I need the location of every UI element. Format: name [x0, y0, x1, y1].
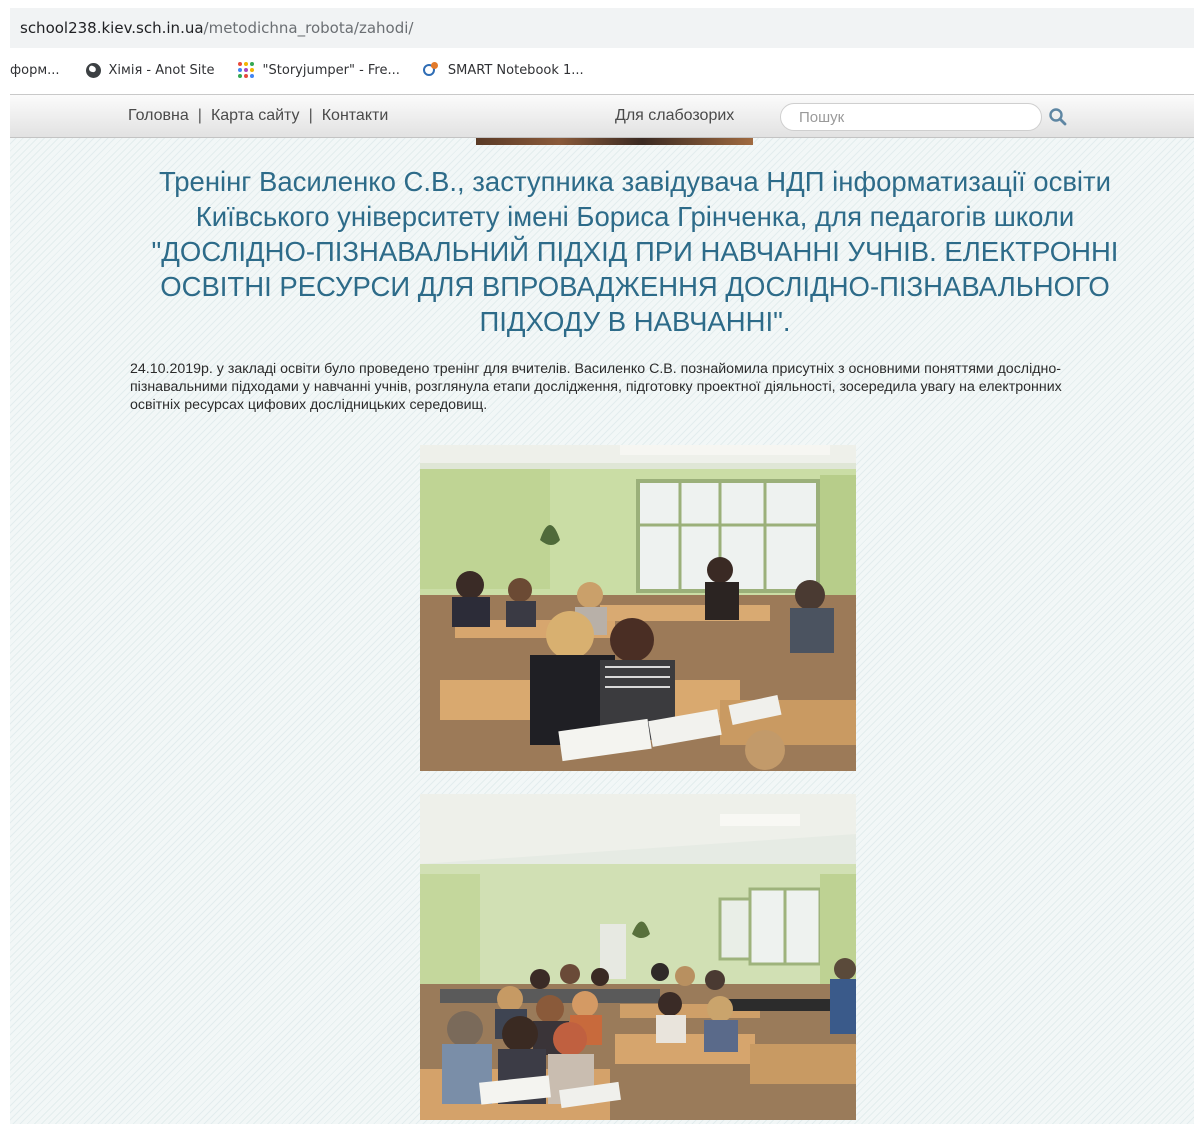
smart-notebook-icon	[422, 62, 440, 78]
training-photo-1[interactable]	[420, 445, 856, 771]
nav-home-link[interactable]: Головна	[128, 107, 189, 125]
page-content: Головна | Карта сайту | Контакти Для сла…	[10, 94, 1194, 1124]
bookmark-label: SMART Notebook 1...	[447, 62, 584, 78]
url-domain: school238.kiev.sch.in.ua	[20, 19, 204, 37]
article-title: Тренінг Василенко С.В., заступника завід…	[151, 166, 1119, 337]
dots-grid-icon	[237, 61, 255, 79]
training-photo-2[interactable]	[420, 794, 856, 1120]
low-vision-link[interactable]: Для слабозорих	[615, 107, 734, 125]
search-input[interactable]	[780, 103, 1042, 131]
bookmark-form[interactable]: форм...	[10, 63, 60, 78]
url-path: /metodichna_robota/zahodi/	[203, 19, 414, 37]
address-bar[interactable]: school238.kiev.sch.in.ua/metodichna_robo…	[10, 8, 1194, 48]
nav-links: Головна | Карта сайту | Контакти	[128, 107, 388, 125]
nav-separator: |	[308, 107, 313, 124]
header-image-edge	[476, 138, 753, 145]
bookmark-storyjumper[interactable]: "Storyjumper" - Fre...	[237, 61, 400, 79]
top-navigation: Головна | Карта сайту | Контакти Для сла…	[10, 94, 1194, 138]
bookmark-chemistry[interactable]: Хімія - Anot Site	[85, 62, 215, 78]
bookmark-label: форм...	[10, 62, 60, 78]
bookmarks-bar: форм... Хімія - Anot Site "Storyjumper" …	[10, 50, 1194, 90]
bookmark-label: "Storyjumper" - Fre...	[262, 62, 400, 78]
bookmark-smart-notebook[interactable]: SMART Notebook 1...	[422, 62, 584, 78]
nav-sitemap-link[interactable]: Карта сайту	[211, 107, 300, 125]
nav-contacts-link[interactable]: Контакти	[322, 107, 389, 125]
search-icon[interactable]	[1048, 107, 1068, 127]
nav-separator: |	[197, 107, 202, 124]
article-text: 24.10.2019р. у закладі освіти було прове…	[130, 361, 1062, 413]
globe-icon	[85, 62, 101, 78]
bookmark-label: Хімія - Anot Site	[108, 62, 215, 78]
